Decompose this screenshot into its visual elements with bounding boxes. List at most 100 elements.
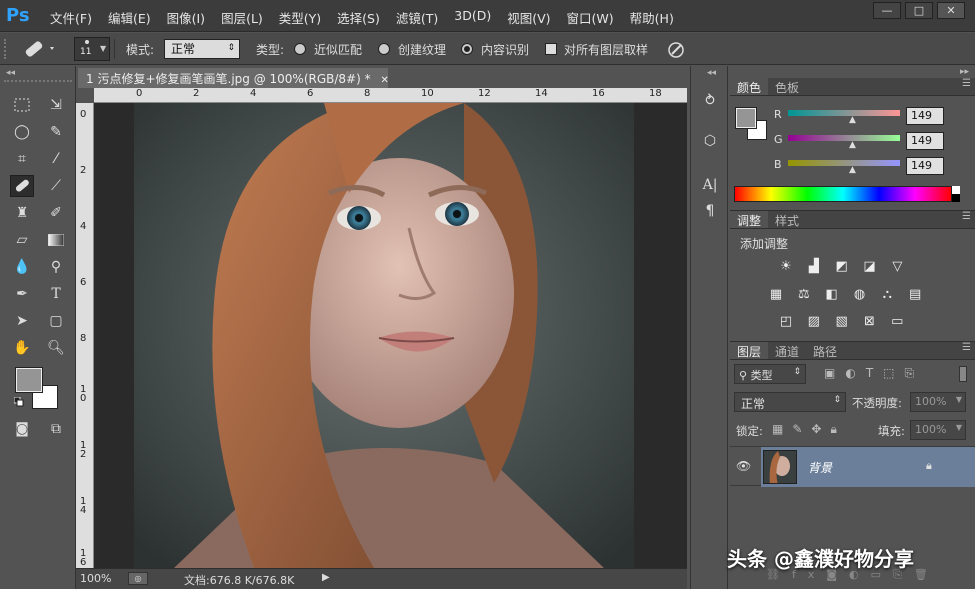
foreground-color-swatch[interactable] — [735, 107, 757, 129]
lock-position-icon[interactable]: ✥ — [811, 422, 830, 436]
panel-menu-icon[interactable]: ☰ — [962, 342, 971, 359]
expand-arrows-icon[interactable]: ◂◂ — [707, 68, 716, 78]
menu-edit[interactable]: 编辑(E) — [108, 8, 151, 27]
blur-icon[interactable]: 💧 — [10, 256, 34, 278]
eraser-icon[interactable]: ▱ — [10, 229, 34, 251]
tab-paths[interactable]: 路径 — [806, 342, 844, 359]
lasso-icon[interactable]: ◯ — [10, 121, 34, 143]
brightness-icon[interactable]: ☀ — [777, 259, 795, 275]
close-button[interactable]: ✕ — [937, 2, 965, 19]
rectangle-shape-icon[interactable]: ▢ — [44, 310, 68, 332]
menu-type[interactable]: 类型(Y) — [279, 8, 321, 27]
channel-mixer-icon[interactable]: ⛬ — [878, 287, 896, 303]
menu-image[interactable]: 图像(I) — [167, 8, 205, 27]
tab-layers[interactable]: 图层 — [730, 342, 769, 359]
slider-r[interactable] — [788, 110, 900, 116]
vibrance-icon[interactable]: ▽ — [888, 259, 906, 275]
hand-icon[interactable]: ✋ — [10, 337, 34, 359]
path-selection-icon[interactable]: ➤ — [10, 310, 34, 332]
menu-3d[interactable]: 3D(D) — [454, 8, 491, 27]
menu-filter[interactable]: 滤镜(T) — [396, 8, 438, 27]
lock-transparent-icon[interactable]: ▦ — [772, 422, 792, 436]
slider-thumb-icon[interactable]: ▲ — [849, 165, 856, 175]
black-white-icon[interactable]: ◧ — [823, 287, 841, 303]
crop-icon[interactable]: ⌗ — [10, 148, 34, 170]
screen-mode-icon[interactable]: ⧉ — [44, 418, 68, 440]
lock-all-icon[interactable]: 🔒︎ — [830, 422, 845, 436]
radio-proximity-match[interactable] — [294, 43, 306, 55]
selective-color-icon[interactable]: ⊠ — [860, 314, 878, 330]
invert-icon[interactable]: ◰ — [777, 314, 795, 330]
slider-b[interactable] — [788, 160, 900, 166]
share-icon[interactable]: ◎ — [128, 572, 148, 585]
layer-name[interactable]: 背景 — [808, 459, 832, 476]
move-icon[interactable]: ⇲ — [44, 94, 68, 116]
hue-saturation-icon[interactable]: ▦ — [767, 287, 785, 303]
opacity-input[interactable]: 100% ▼ — [910, 392, 966, 412]
menu-view[interactable]: 视图(V) — [507, 8, 550, 27]
color-lookup-icon[interactable]: ▤ — [906, 287, 924, 303]
document-canvas[interactable] — [94, 103, 687, 568]
quick-selection-icon[interactable]: ✎ — [44, 121, 68, 143]
white-swatch[interactable] — [952, 186, 960, 194]
panel-menu-icon[interactable]: ☰ — [962, 211, 971, 228]
delete-layer-icon[interactable]: 🗑︎ — [914, 568, 940, 581]
lock-image-icon[interactable]: ✎ — [792, 422, 811, 436]
exposure-icon[interactable]: ◪ — [860, 259, 878, 275]
eyedropper-icon[interactable]: ⁄ — [44, 148, 68, 170]
clone-stamp-icon[interactable]: ♜ — [10, 202, 34, 224]
smart-object-filter-icon[interactable]: ⎘ — [905, 366, 925, 380]
tab-channels[interactable]: 通道 — [768, 342, 806, 359]
color-spectrum-bar[interactable] — [734, 186, 952, 202]
levels-icon[interactable]: ▟ — [805, 259, 823, 275]
sample-all-layers-checkbox[interactable] — [545, 43, 557, 55]
close-tab-icon[interactable]: ✕ — [380, 75, 388, 86]
zoom-icon[interactable]: 🔍︎ — [44, 337, 68, 359]
paragraph-panel-icon[interactable]: ¶ — [699, 200, 721, 222]
type-filter-icon[interactable]: T — [866, 366, 883, 380]
color-balance-icon[interactable]: ⚖ — [795, 287, 813, 303]
tab-styles[interactable]: 样式 — [768, 211, 806, 228]
brush-icon[interactable]: ⟋ — [44, 175, 68, 197]
history-brush-icon[interactable]: ✐ — [44, 202, 68, 224]
character-panel-icon[interactable]: A| — [699, 174, 721, 196]
value-r[interactable]: 149 — [906, 107, 944, 125]
gradient-map-icon[interactable]: ▭ — [888, 314, 906, 330]
collapse-arrows-icon[interactable]: ◂◂ — [6, 68, 15, 78]
layer-row[interactable]: 👁︎ 背景 🔒︎ — [730, 446, 975, 487]
panel-menu-icon[interactable]: ☰ — [962, 78, 971, 95]
radio-content-aware[interactable] — [461, 43, 473, 55]
collapse-arrows-icon[interactable]: ▸▸ — [960, 67, 969, 77]
pressure-size-icon[interactable] — [666, 41, 686, 59]
photo-filter-icon[interactable]: ◍ — [850, 287, 868, 303]
document-tab[interactable]: 1 污点修复+修复画笔画笔.jpg @ 100%(RGB/8#) * ✕ — [78, 68, 389, 88]
fill-input[interactable]: 100% ▼ — [910, 420, 966, 440]
slider-g[interactable] — [788, 135, 900, 141]
quick-mask-icon[interactable]: ◙ — [10, 418, 34, 440]
black-swatch[interactable] — [952, 194, 960, 202]
marquee-icon[interactable] — [10, 94, 34, 116]
spot-healing-tool-preset-icon[interactable] — [22, 40, 58, 58]
default-colors-icon[interactable] — [13, 396, 24, 407]
tab-swatches[interactable]: 色板 — [768, 78, 806, 95]
adjustment-filter-icon[interactable]: ◐ — [845, 366, 865, 380]
zoom-level[interactable]: 100% — [80, 572, 111, 585]
play-arrow-icon[interactable]: ▶ — [322, 572, 330, 583]
slider-thumb-icon[interactable]: ▲ — [849, 115, 856, 125]
tab-adjustments[interactable]: 调整 — [730, 211, 769, 228]
value-g[interactable]: 149 — [906, 132, 944, 150]
curves-icon[interactable]: ◩ — [833, 259, 851, 275]
threshold-icon[interactable]: ▧ — [833, 314, 851, 330]
tab-color[interactable]: 颜色 — [730, 78, 769, 95]
shape-filter-icon[interactable]: ⬚ — [883, 366, 904, 380]
3d-panel-icon[interactable]: ⬡ — [699, 130, 721, 152]
menu-file[interactable]: 文件(F) — [50, 8, 92, 27]
radio-create-texture[interactable] — [378, 43, 390, 55]
pen-icon[interactable]: ✒ — [10, 283, 34, 305]
brush-size-picker[interactable]: 11 ▼ — [74, 37, 110, 61]
gradient-icon[interactable] — [44, 229, 68, 251]
posterize-icon[interactable]: ▨ — [805, 314, 823, 330]
mode-select[interactable]: 正常 ⇕ — [164, 39, 240, 59]
blend-mode-select[interactable]: 正常 ⇕ — [734, 392, 846, 412]
visibility-eye-icon[interactable]: 👁︎ — [736, 459, 751, 473]
